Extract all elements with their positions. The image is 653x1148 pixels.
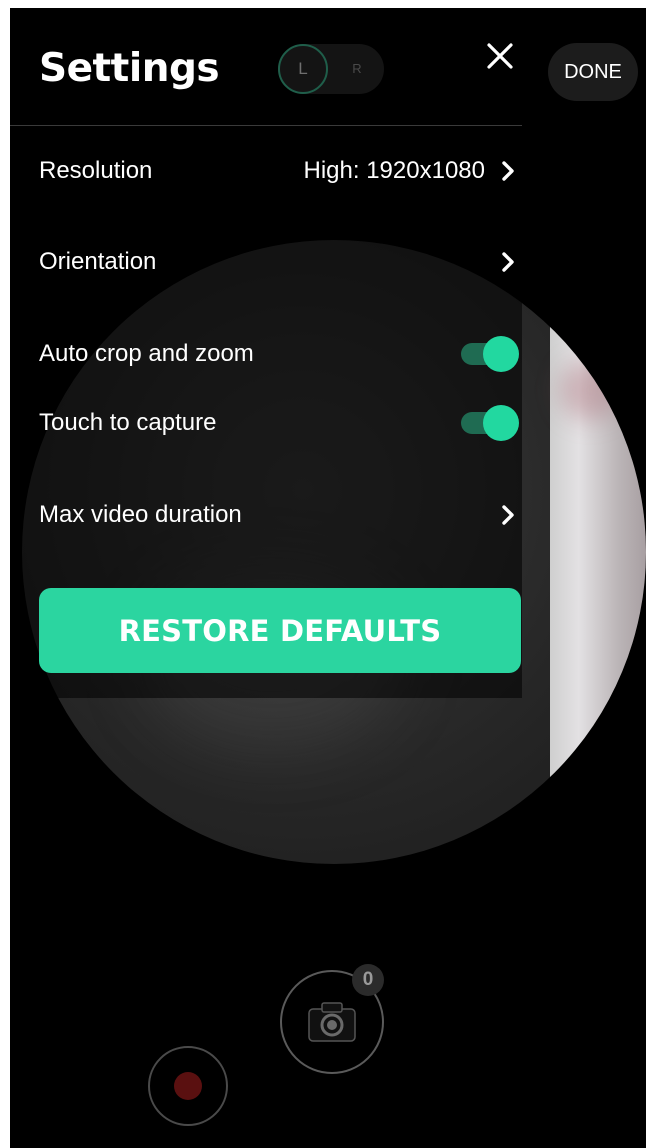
toggle-thumb — [483, 405, 519, 441]
close-icon — [487, 43, 513, 69]
capture-count-badge: 0 — [352, 964, 384, 996]
restore-defaults-button[interactable]: RESTORE DEFAULTS — [39, 588, 521, 673]
camera-icon — [308, 1002, 356, 1042]
resolution-row[interactable]: Resolution High: 1920x1080 — [39, 143, 517, 199]
chevron-right-icon — [495, 234, 517, 290]
settings-header: Settings L R — [10, 8, 522, 126]
resolution-value: High: 1920x1080 — [303, 157, 485, 184]
touch-capture-label: Touch to capture — [39, 409, 217, 436]
chevron-right-icon — [495, 143, 517, 199]
record-button[interactable] — [148, 1046, 228, 1126]
toggle-right-option[interactable]: R — [342, 44, 372, 94]
preview-bright-region — [550, 240, 646, 864]
orientation-row[interactable]: Orientation — [39, 234, 517, 290]
max-video-row[interactable]: Max video duration — [39, 487, 517, 543]
done-button[interactable]: DONE — [548, 43, 638, 101]
settings-panel: Settings L R Resolution High: 1920x1080 … — [10, 8, 522, 698]
touch-capture-toggle[interactable] — [461, 405, 519, 441]
toggle-left-option[interactable]: L — [278, 44, 328, 94]
auto-crop-toggle[interactable] — [461, 336, 519, 372]
chevron-right-icon — [495, 487, 517, 543]
left-right-toggle[interactable]: L R — [278, 44, 384, 94]
toggle-thumb — [483, 336, 519, 372]
record-icon — [174, 1072, 202, 1100]
auto-crop-row: Auto crop and zoom — [39, 326, 519, 382]
auto-crop-label: Auto crop and zoom — [39, 340, 254, 367]
app-screen: Settings L R Resolution High: 1920x1080 … — [10, 8, 646, 1148]
touch-capture-row: Touch to capture — [39, 395, 519, 451]
close-button[interactable] — [480, 36, 520, 76]
max-video-label: Max video duration — [39, 501, 242, 528]
page-title: Settings — [39, 46, 220, 91]
orientation-label: Orientation — [39, 248, 157, 275]
resolution-label: Resolution — [39, 157, 153, 184]
